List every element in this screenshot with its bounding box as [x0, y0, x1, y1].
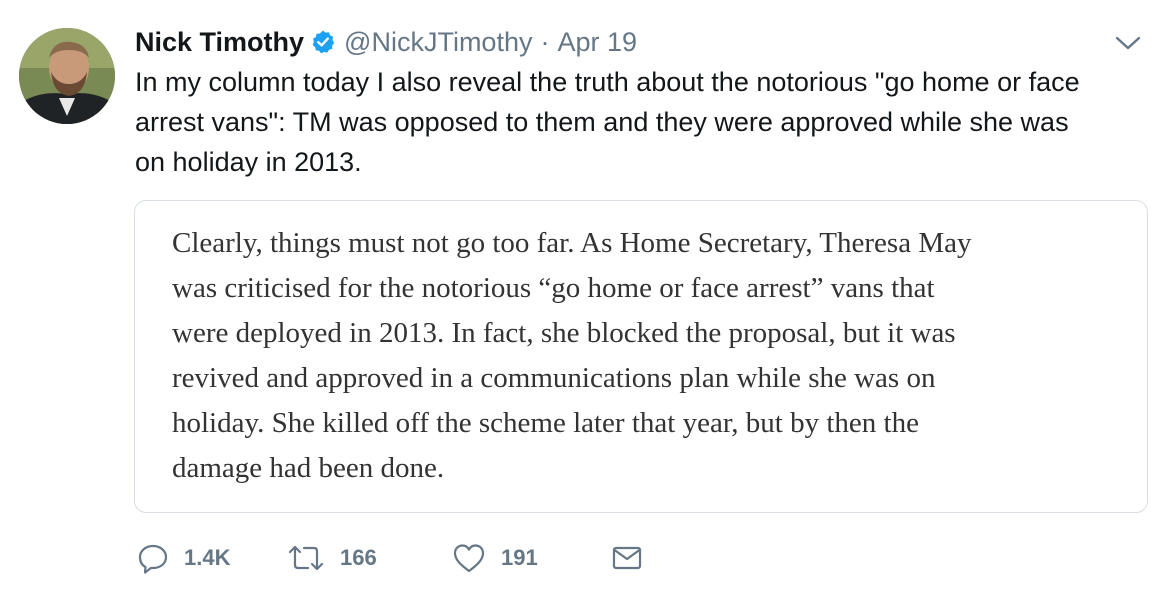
tweet-text: In my column today I also reveal the tru… [135, 67, 1080, 177]
author-name[interactable]: Nick Timothy [135, 27, 304, 58]
like-count: 191 [501, 545, 538, 570]
direct-message-button[interactable] [611, 543, 651, 573]
tweet-actions: 1.4K 166 191 [136, 538, 651, 578]
chevron-down-icon[interactable] [1113, 33, 1143, 53]
separator-dot: · [540, 26, 550, 57]
tweet-date[interactable]: Apr 19 [557, 27, 637, 58]
tweet-header: Nick Timothy @NickJTimothy · Apr 19 [135, 22, 637, 62]
heart-icon [451, 541, 487, 575]
retweet-count: 166 [340, 545, 377, 570]
verified-badge-icon [310, 29, 336, 55]
avatar-image [19, 28, 115, 124]
author-handle[interactable]: @NickJTimothy [344, 27, 532, 58]
tweet[interactable]: Nick Timothy @NickJTimothy · Apr 19 In m… [0, 0, 1170, 592]
retweet-button[interactable]: 166 [286, 541, 451, 575]
reply-button[interactable]: 1.4K [136, 541, 286, 575]
quote-card[interactable]: Clearly, things must not go too far. As … [134, 200, 1148, 513]
reply-count: 1.4K [184, 545, 231, 570]
like-button[interactable]: 191 [451, 541, 611, 575]
reply-icon [136, 541, 170, 575]
quote-text: Clearly, things must not go too far. As … [172, 227, 972, 484]
avatar[interactable] [19, 28, 115, 124]
envelope-icon [611, 543, 643, 573]
retweet-icon [286, 541, 326, 575]
